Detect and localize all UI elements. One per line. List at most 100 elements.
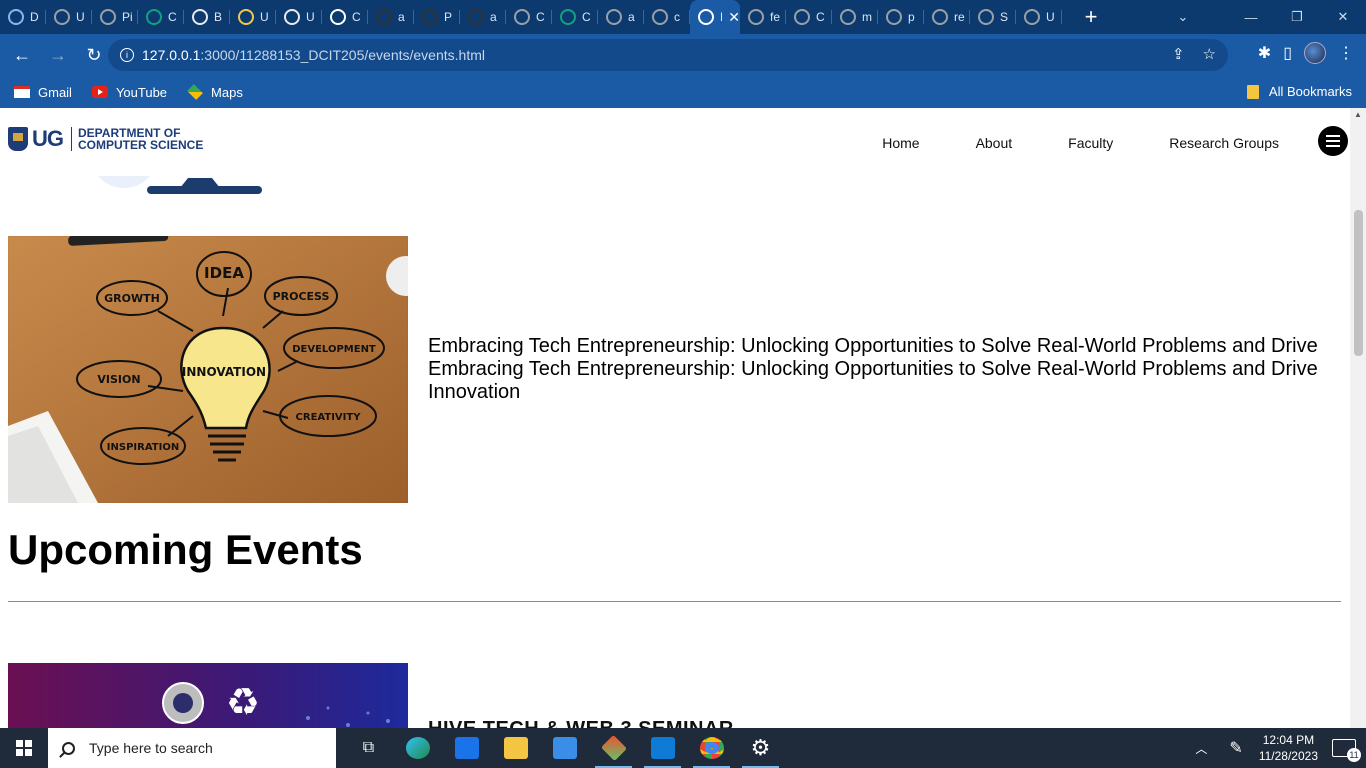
tab-search-chevron-icon[interactable]: ⌄ [1160, 9, 1206, 25]
browser-tab[interactable]: D [0, 0, 46, 34]
reload-icon[interactable]: ↻ [78, 39, 110, 71]
bookmark-maps[interactable]: Maps [187, 84, 243, 100]
tab-title: U [260, 10, 269, 24]
restore-icon[interactable]: ❐ [1274, 9, 1320, 25]
browser-tab[interactable]: C [506, 0, 552, 34]
minimize-icon[interactable]: — [1228, 10, 1274, 25]
back-arrow-icon[interactable]: ← [6, 39, 38, 71]
settings-gear-icon[interactable]: ⚙ [736, 728, 785, 768]
mail-icon[interactable] [442, 728, 491, 768]
scroll-up-arrow-icon[interactable]: ▲ [1354, 110, 1362, 119]
browser-tab[interactable]: a [460, 0, 506, 34]
innovation-lightbulb-illustration: IDEA GROWTH PROCESS DEVELOPMENT VISION I… [8, 236, 408, 503]
search-icon [62, 741, 75, 755]
browser-tab[interactable]: U [1016, 0, 1062, 34]
tab-title: C [536, 10, 545, 24]
nav-research-groups[interactable]: Research Groups [1169, 135, 1279, 151]
start-button[interactable] [0, 728, 48, 768]
share-icon[interactable]: ⇪ [1172, 45, 1185, 63]
clock-date: 11/28/2023 [1258, 749, 1318, 763]
browser-tab[interactable]: P [414, 0, 460, 34]
site-logo[interactable]: UG DEPARTMENT OF COMPUTER SCIENCE [8, 126, 203, 152]
browser-tab[interactable]: Pi [92, 0, 138, 34]
word-creativity: CREATIVITY [296, 412, 362, 423]
forward-arrow-icon[interactable]: → [42, 39, 74, 71]
browser-tab[interactable]: U [230, 0, 276, 34]
bookmark-youtube[interactable]: YouTube [91, 85, 167, 100]
nav-faculty[interactable]: Faculty [1068, 135, 1113, 151]
upcoming-events-heading: Upcoming Events [8, 526, 363, 573]
scrollbar-thumb[interactable] [1354, 210, 1363, 356]
address-bar[interactable]: i 127.0.0.1:3000/11288153_DCIT205/events… [108, 39, 1228, 71]
notification-center-icon[interactable]: 11 [1332, 739, 1361, 762]
bookmark-star-icon[interactable]: ☆ [1203, 45, 1216, 63]
tab-title: C [352, 10, 361, 24]
tab-close-icon[interactable]: ✕ [728, 9, 740, 26]
browser-tab[interactable]: C [138, 0, 184, 34]
menu-kebab-icon[interactable]: ⋮ [1338, 43, 1354, 63]
event-image-innovation: IDEA GROWTH PROCESS DEVELOPMENT VISION I… [8, 236, 408, 503]
git-gui-icon[interactable] [589, 728, 638, 768]
file-explorer-icon[interactable] [491, 728, 540, 768]
browser-tab[interactable]: a [368, 0, 414, 34]
edge-icon[interactable] [393, 728, 442, 768]
close-window-icon[interactable]: ✕ [1320, 9, 1366, 25]
tab-title: Pi [122, 10, 133, 24]
bookmark-gmail[interactable]: Gmail [14, 85, 72, 100]
browser-toolbar: ← → ↻ i 127.0.0.1:3000/11288153_DCIT205/… [0, 34, 1366, 76]
new-tab-button[interactable]: + [1076, 4, 1106, 30]
vscode-icon[interactable] [638, 728, 687, 768]
tab-title: a [490, 10, 497, 24]
tab-favicon-icon [606, 9, 622, 25]
tab-favicon-icon [468, 9, 484, 25]
windows-taskbar: Type here to search ⧉ ⚙ ︿ ✎ 12:04 PM 11/… [0, 728, 1366, 768]
word-inspiration: INSPIRATION [107, 442, 179, 453]
taskbar-search-box[interactable]: Type here to search [48, 728, 336, 768]
nav-home[interactable]: Home [882, 135, 919, 151]
chrome-icon[interactable] [687, 728, 736, 768]
browser-tab[interactable]: C [786, 0, 832, 34]
university-crest-icon [8, 127, 28, 151]
tab-favicon-icon [840, 9, 856, 25]
tab-title: a [628, 10, 635, 24]
tab-favicon-icon [1024, 9, 1040, 25]
nav-about[interactable]: About [976, 135, 1013, 151]
tab-title: U [76, 10, 85, 24]
all-bookmarks[interactable]: All Bookmarks [1246, 84, 1352, 99]
hamburger-menu-button[interactable] [1318, 126, 1348, 156]
tray-chevron-up-icon[interactable]: ︿ [1195, 740, 1207, 757]
event-title: Embracing Tech Entrepreneurship: Unlocki… [428, 335, 1318, 403]
browser-tab[interactable]: fe [740, 0, 786, 34]
hive-seminar-banner: ♻ [162, 680, 390, 727]
pen-icon[interactable]: ✎ [1229, 738, 1242, 758]
browser-tab-active[interactable]: E✕ [690, 0, 740, 34]
store-icon[interactable] [540, 728, 589, 768]
tab-title: E [720, 10, 722, 24]
profile-avatar[interactable] [1304, 42, 1326, 64]
taskbar-clock[interactable]: 12:04 PM 11/28/2023 [1259, 732, 1318, 764]
side-panel-icon[interactable]: ▯ [1283, 43, 1292, 63]
browser-tab[interactable]: re [924, 0, 970, 34]
word-process: PROCESS [273, 290, 330, 303]
page-scrollbar[interactable]: ▲ [1350, 108, 1366, 728]
browser-tab[interactable]: S [970, 0, 1016, 34]
tab-favicon-icon [376, 9, 392, 25]
browser-tab[interactable]: C [322, 0, 368, 34]
task-view-icon[interactable]: ⧉ [344, 728, 393, 768]
word-growth: GROWTH [104, 292, 160, 305]
browser-tab[interactable]: U [46, 0, 92, 34]
browser-tab[interactable]: p [878, 0, 924, 34]
extensions-puzzle-icon[interactable]: ✱ [1258, 43, 1271, 63]
notification-count: 11 [1347, 748, 1361, 762]
browser-tab[interactable]: a [598, 0, 644, 34]
bookmarks-bar: Gmail YouTube Maps All Bookmarks [0, 76, 1366, 108]
url-host: 127.0.0.1 [142, 47, 201, 63]
browser-tab[interactable]: U [276, 0, 322, 34]
browser-tab[interactable]: m [832, 0, 878, 34]
browser-tab[interactable]: c [644, 0, 690, 34]
browser-tab[interactable]: C [552, 0, 598, 34]
site-info-icon[interactable]: i [120, 48, 134, 62]
browser-tab[interactable]: B [184, 0, 230, 34]
tab-title: c [674, 10, 680, 24]
tab-favicon-icon [748, 9, 764, 25]
